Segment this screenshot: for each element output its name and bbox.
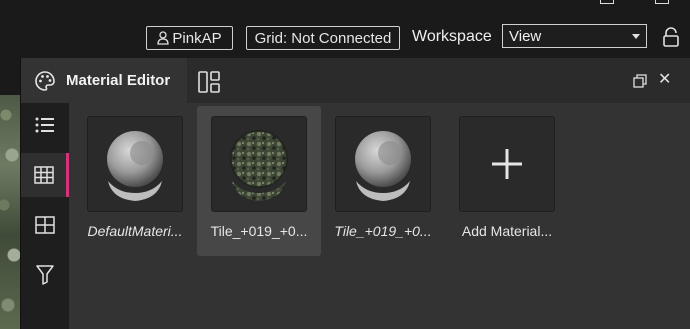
workspace-select[interactable]: View	[502, 24, 647, 48]
sidebar-item-grid-view[interactable]	[21, 153, 69, 197]
top-bar: PinkAP Grid: Not Connected Workspace Vie…	[0, 0, 690, 58]
workspace-value: View	[509, 27, 542, 45]
chevron-down-icon	[632, 33, 640, 39]
gray-sphere-preview	[355, 131, 411, 201]
panel-title: Material Editor	[66, 72, 171, 89]
grid-icon	[33, 166, 54, 184]
user-name: PinkAP	[172, 29, 222, 47]
material-label: Tile_+019_+0...	[334, 223, 432, 239]
palette-icon	[35, 70, 55, 91]
add-material-label: Add Material...	[461, 223, 553, 239]
window-button-stub[interactable]	[655, 0, 669, 4]
filter-icon	[36, 265, 54, 285]
sidebar-item-filter[interactable]	[21, 253, 69, 297]
tile-icon	[35, 216, 55, 234]
sidebar-item-tile-view[interactable]	[21, 203, 69, 247]
user-button[interactable]: PinkAP	[146, 26, 233, 50]
material-preview	[335, 116, 431, 212]
workspace-label: Workspace	[412, 28, 492, 45]
add-material-tile	[459, 116, 555, 212]
panel-body: DefaultMateri... Tile_+019_+0... Tile_+0…	[21, 103, 690, 329]
material-item[interactable]: Tile_+019_+0...	[321, 106, 445, 256]
material-label: Tile_+019_+0...	[210, 223, 308, 239]
material-label: DefaultMateri...	[87, 223, 183, 239]
lock-icon[interactable]	[662, 27, 680, 47]
material-item-selected[interactable]: Tile_+019_+0...	[197, 106, 321, 256]
list-icon	[35, 117, 54, 133]
close-icon[interactable]: ✕	[658, 71, 671, 89]
textured-sphere-preview	[230, 130, 288, 201]
grid-status-button[interactable]: Grid: Not Connected	[246, 26, 400, 50]
tab-material-editor[interactable]: Material Editor	[21, 58, 187, 103]
material-preview	[87, 116, 183, 212]
viewport-preview	[0, 95, 20, 329]
plus-icon	[492, 149, 522, 179]
restore-icon[interactable]	[633, 74, 647, 88]
app-root: PinkAP Grid: Not Connected Workspace Vie…	[0, 0, 690, 329]
material-preview	[211, 116, 307, 212]
user-icon	[157, 31, 170, 45]
view-mode-sidebar	[21, 103, 69, 329]
gray-sphere-preview	[107, 131, 163, 201]
material-item[interactable]: DefaultMateri...	[73, 106, 197, 256]
material-editor-panel: Material Editor ✕ DefaultMateri... Tile_…	[20, 58, 690, 329]
materials-grid: DefaultMateri... Tile_+019_+0... Tile_+0…	[69, 103, 690, 329]
grid-status-text: Grid: Not Connected	[254, 29, 392, 47]
add-material-button[interactable]: Add Material...	[445, 106, 569, 256]
window-button-stub[interactable]	[600, 0, 614, 4]
layout-icon[interactable]	[197, 70, 221, 94]
sidebar-item-list-view[interactable]	[21, 103, 69, 147]
panel-tab-bar: Material Editor ✕	[21, 58, 690, 103]
